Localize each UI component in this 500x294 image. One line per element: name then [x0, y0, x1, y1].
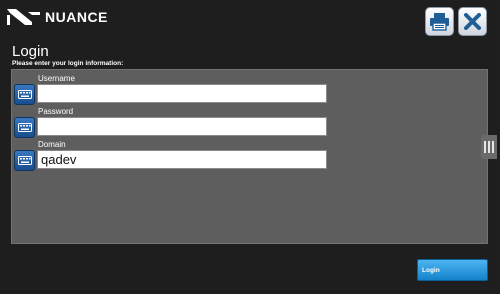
nuance-logo-mark: [7, 9, 40, 25]
login-button[interactable]: Login: [417, 259, 488, 281]
username-keyboard-button[interactable]: [14, 84, 35, 105]
domain-label: Domain: [38, 140, 66, 149]
keyboard-icon: [17, 123, 32, 132]
password-label: Password: [38, 107, 74, 116]
page-title: Login: [12, 43, 49, 60]
nuance-logo: NUANCE: [6, 6, 108, 28]
handle-grip-bar: [492, 141, 494, 153]
handle-grip-bar: [484, 141, 486, 153]
close-button[interactable]: [458, 7, 487, 36]
username-field[interactable]: [37, 84, 327, 103]
domain-field[interactable]: [37, 150, 327, 169]
keyboard-icon: [17, 156, 32, 165]
domain-keyboard-button[interactable]: [14, 150, 35, 171]
username-label: Username: [38, 74, 75, 83]
close-icon: [464, 13, 481, 30]
password-field[interactable]: [37, 117, 327, 136]
side-panel-handle[interactable]: [481, 135, 497, 159]
keyboard-icon: [17, 90, 32, 99]
password-keyboard-button[interactable]: [14, 117, 35, 138]
page-subtitle: Please enter your login information:: [12, 60, 124, 67]
handle-grip-bar: [488, 141, 490, 153]
brand-name: NUANCE: [45, 9, 108, 25]
printer-icon: [430, 13, 449, 31]
print-button[interactable]: [425, 7, 454, 36]
